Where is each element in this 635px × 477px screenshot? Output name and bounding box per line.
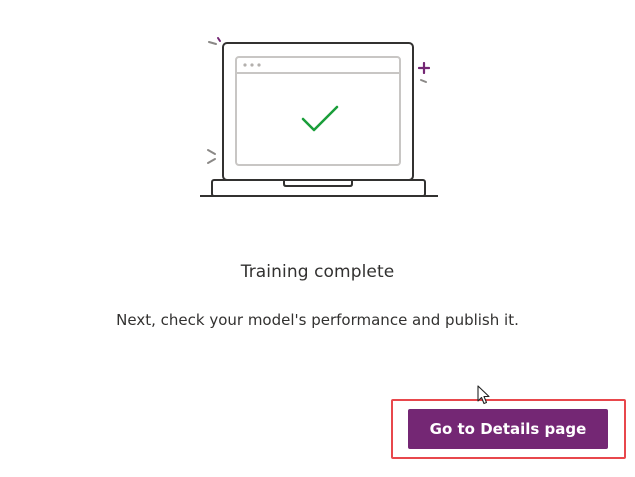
- status-title: Training complete: [240, 262, 395, 282]
- status-message: Next, check your model's performance and…: [116, 311, 519, 329]
- go-to-details-button[interactable]: Go to Details page: [408, 409, 608, 449]
- sparkle-icon: [418, 62, 430, 74]
- checkmark-icon: [301, 105, 339, 132]
- cursor-icon: [477, 385, 490, 405]
- training-complete-page: Training complete Next, check your model…: [0, 0, 635, 477]
